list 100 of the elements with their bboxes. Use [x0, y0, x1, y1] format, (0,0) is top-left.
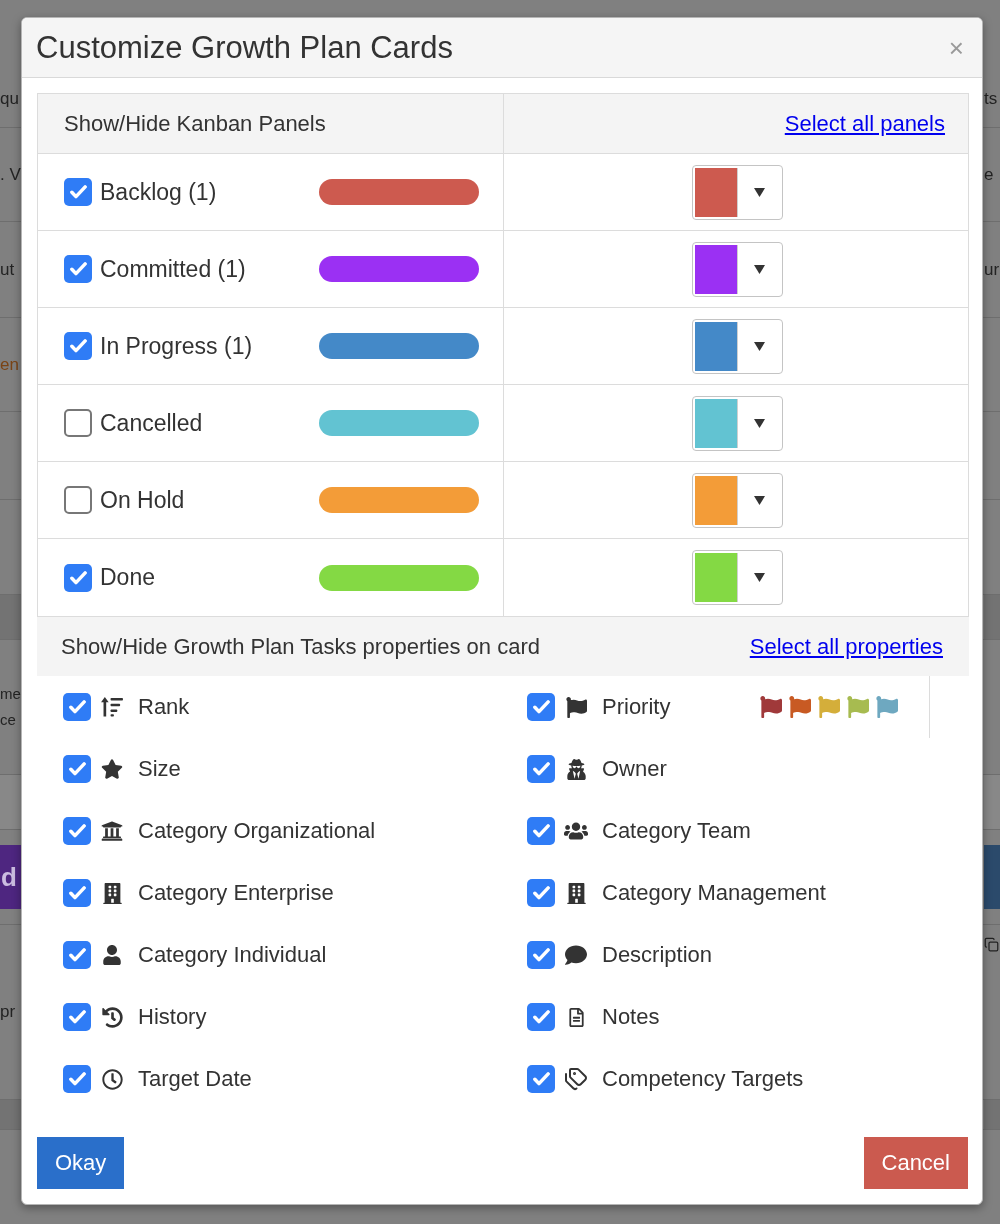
check-icon	[532, 700, 550, 714]
property-label: Category Enterprise	[138, 880, 334, 906]
clock-icon	[101, 1068, 123, 1090]
checkbox[interactable]	[64, 332, 92, 360]
check-icon	[68, 886, 86, 900]
check-icon	[68, 1072, 86, 1086]
page-banner: d	[0, 845, 21, 909]
color-picker[interactable]	[691, 241, 783, 297]
checkbox[interactable]	[527, 879, 555, 907]
close-button[interactable]: ×	[946, 34, 966, 61]
check-icon	[68, 762, 86, 776]
property-label: Competency Targets	[602, 1066, 804, 1092]
checkbox[interactable]	[63, 879, 91, 907]
checkbox[interactable]	[64, 255, 92, 283]
caret-icon	[754, 418, 765, 428]
check-icon	[532, 824, 550, 838]
checkbox[interactable]	[63, 1065, 91, 1093]
flag-icon[interactable]	[789, 696, 811, 718]
check-icon	[532, 886, 550, 900]
document-icon	[566, 1007, 586, 1027]
page-text: qu	[0, 88, 19, 110]
check-icon	[532, 948, 550, 962]
caret-icon	[754, 495, 765, 505]
building-icon	[101, 882, 123, 904]
page-text: ut	[0, 258, 15, 281]
copy-icon[interactable]	[984, 937, 999, 952]
checkbox[interactable]	[64, 178, 92, 206]
panel-label: Backlog (1)	[100, 178, 217, 206]
panel-label: Committed (1)	[100, 255, 246, 283]
panel-label: On Hold	[100, 486, 185, 514]
building-icon	[565, 882, 587, 904]
caret-icon	[754, 264, 765, 274]
star-icon	[101, 758, 123, 780]
checkbox[interactable]	[527, 1003, 555, 1031]
property-label: Category Management	[602, 880, 826, 906]
history-icon	[101, 1006, 123, 1028]
check-icon	[532, 1072, 550, 1086]
check-icon	[532, 1010, 550, 1024]
page-text: pr	[0, 1001, 16, 1023]
checkbox[interactable]	[64, 409, 92, 437]
color-picker[interactable]	[691, 550, 783, 605]
property-label: Priority	[602, 694, 671, 720]
checkbox[interactable]	[63, 817, 91, 845]
color-picker[interactable]	[691, 472, 783, 528]
speech-bubble-icon	[565, 944, 587, 966]
bank-icon	[101, 820, 123, 842]
checkbox[interactable]	[527, 941, 555, 969]
check-icon	[69, 185, 87, 199]
detective-icon	[565, 758, 587, 780]
check-icon	[69, 339, 87, 353]
page-text: ts	[984, 88, 998, 110]
sort-icon	[101, 697, 123, 717]
page-text: ur	[984, 258, 1000, 281]
property-label: Owner	[602, 756, 667, 782]
page-text: . V	[0, 163, 21, 186]
property-label: Category Team	[602, 818, 751, 844]
property-label: Description	[602, 942, 713, 968]
checkbox[interactable]	[64, 486, 92, 514]
checkbox[interactable]	[527, 755, 555, 783]
check-icon	[68, 700, 86, 714]
property-label: Category Individual	[138, 942, 327, 968]
check-icon	[69, 262, 87, 276]
flag-icon	[565, 696, 587, 718]
checkbox[interactable]	[527, 693, 555, 721]
color-picker[interactable]	[691, 318, 783, 374]
check-icon	[532, 762, 550, 776]
check-icon	[68, 1010, 86, 1024]
check-icon	[69, 570, 87, 585]
section-heading: Show/Hide Growth Plan Tasks properties on card	[61, 633, 540, 660]
property-label: Rank	[138, 694, 190, 720]
page-text: e	[984, 163, 994, 186]
color-picker[interactable]	[691, 395, 783, 451]
checkbox[interactable]	[527, 817, 555, 845]
page-text: me ce	[0, 684, 21, 730]
cancel-button[interactable]: Cancel	[863, 1137, 968, 1189]
checkbox[interactable]	[63, 755, 91, 783]
tags-icon	[564, 1066, 588, 1092]
dialog-title: Customize Growth Plan Cards	[36, 29, 453, 66]
checkbox[interactable]	[63, 1003, 91, 1031]
checkbox[interactable]	[64, 563, 92, 592]
property-label: Target Date	[138, 1066, 252, 1092]
color-picker[interactable]	[691, 164, 783, 220]
caret-icon	[754, 187, 765, 197]
flag-icon[interactable]	[760, 696, 782, 718]
okay-button[interactable]: Okay	[37, 1137, 125, 1189]
person-icon	[102, 945, 122, 965]
checkbox[interactable]	[63, 941, 91, 969]
caret-icon	[754, 341, 765, 351]
panel-label: In Progress (1)	[100, 332, 253, 360]
check-icon	[68, 824, 86, 838]
checkbox[interactable]	[63, 693, 91, 721]
property-label: Notes	[602, 1004, 660, 1030]
section-heading: Show/Hide Kanban Panels	[64, 110, 326, 137]
page-banner	[984, 845, 1000, 909]
property-label: History	[138, 1004, 207, 1030]
select-all-link[interactable]: Select all panels	[784, 110, 945, 137]
select-all-link[interactable]: Select all properties	[749, 633, 943, 660]
property-label: Category Organizational	[138, 818, 376, 844]
caret-icon	[754, 573, 765, 582]
checkbox[interactable]	[527, 1065, 555, 1093]
